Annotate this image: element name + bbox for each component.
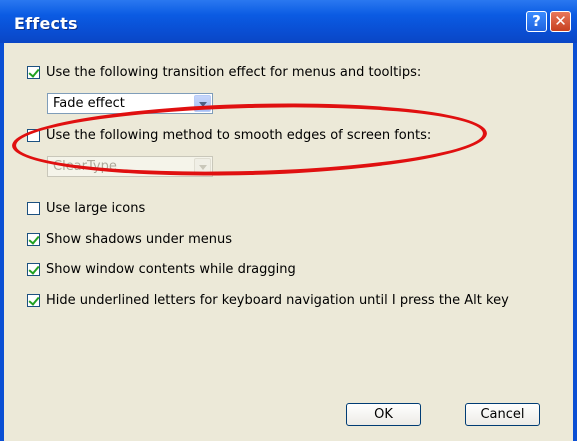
window-title: Effects [14, 14, 78, 33]
hide-underline-option[interactable]: Hide underlined letters for keyboard nav… [27, 293, 509, 308]
cancel-button[interactable]: Cancel [465, 403, 540, 426]
transition-effect-value: Fade effect [53, 96, 125, 111]
drag-contents-option[interactable]: Show window contents while dragging [27, 262, 296, 277]
drag-contents-checkbox[interactable] [27, 263, 40, 276]
transition-effect-option[interactable]: Use the following transition effect for … [27, 65, 421, 80]
drag-contents-label: Show window contents while dragging [46, 262, 296, 277]
ok-button[interactable]: OK [346, 403, 421, 426]
hide-underline-label: Hide underlined letters for keyboard nav… [46, 293, 509, 308]
help-button[interactable]: ? [526, 11, 547, 32]
large-icons-option[interactable]: Use large icons [27, 201, 145, 216]
large-icons-checkbox[interactable] [27, 202, 40, 215]
menu-shadows-option[interactable]: Show shadows under menus [27, 232, 232, 247]
transition-effect-label: Use the following transition effect for … [46, 65, 422, 80]
close-button[interactable]: ✕ [550, 11, 571, 32]
menu-shadows-checkbox[interactable] [27, 233, 40, 246]
menu-shadows-label: Show shadows under menus [46, 232, 233, 247]
hide-underline-checkbox[interactable] [27, 294, 40, 307]
transition-effect-checkbox[interactable] [27, 66, 40, 79]
title-bar[interactable]: Effects ? ✕ [0, 0, 577, 43]
large-icons-label: Use large icons [46, 201, 146, 216]
effects-dialog: Effects ? ✕ Use the following transition… [0, 0, 577, 441]
